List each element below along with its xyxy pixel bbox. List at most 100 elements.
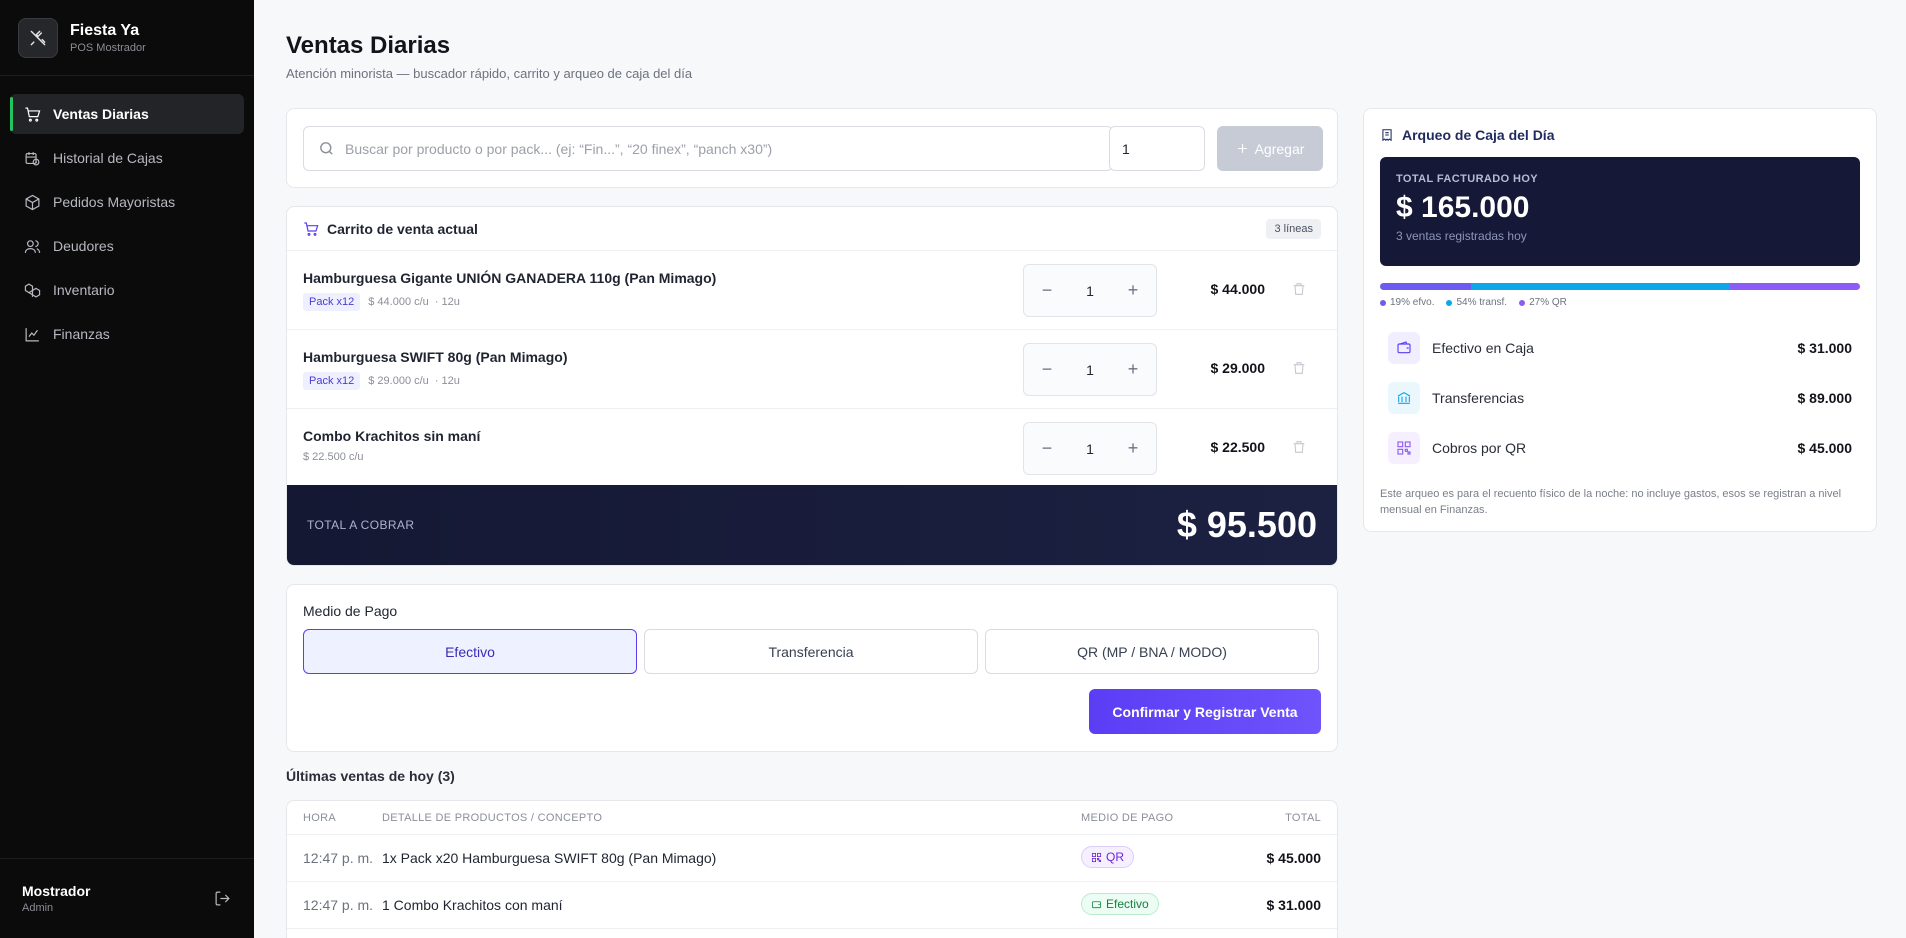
arqueo-header: Arqueo de Caja del Día — [1380, 127, 1554, 143]
sale-time: 12:47 p. m. — [303, 897, 374, 913]
boxes-icon — [24, 282, 41, 298]
units: · 12u — [434, 296, 460, 308]
payment-card: Medio de Pago Efectivo Transferencia QR … — [286, 584, 1338, 752]
table-row[interactable]: 12:47 p. m. 1 Combo Krachitos con maní E… — [287, 882, 1337, 929]
add-button[interactable]: Agregar — [1217, 126, 1323, 171]
quantity-value: 1 — [1086, 440, 1094, 457]
sidebar-item-label: Ventas Diarias — [53, 106, 149, 122]
trash-icon — [1293, 441, 1305, 453]
payment-option-efectivo[interactable]: Efectivo — [303, 629, 637, 674]
cart-line: Hamburguesa Gigante UNIÓN GANADERA 110g … — [287, 251, 1337, 330]
trash-icon — [1293, 283, 1305, 295]
remove-line-button[interactable] — [1291, 281, 1307, 297]
cart-line: Combo Krachitos sin maní $ 22.500 c/u − … — [287, 409, 1337, 488]
arqueo-row-transferencias: Transferencias $ 89.000 — [1388, 380, 1852, 416]
payment-option-transferencia[interactable]: Transferencia — [644, 629, 978, 674]
sidebar: Fiesta Ya POS Mostrador Ventas Diarias H… — [0, 0, 254, 938]
sidebar-item-pedidos-mayoristas[interactable]: Pedidos Mayoristas — [10, 182, 244, 222]
legend-label: 54% transf. — [1456, 297, 1508, 308]
increment-button[interactable]: + — [1124, 359, 1142, 379]
total-value: $ 95.500 — [1176, 504, 1317, 545]
legend-item: 54% transf. — [1446, 297, 1507, 308]
quantity-stepper: − 1 + — [1023, 422, 1157, 475]
decrement-button[interactable]: − — [1038, 438, 1056, 458]
arqueo-row-qr: Cobros por QR $ 45.000 — [1388, 430, 1852, 466]
payment-option-qr[interactable]: QR (MP / BNA / MODO) — [985, 629, 1319, 674]
confirm-sale-button[interactable]: Confirmar y Registrar Venta — [1089, 689, 1321, 734]
line-total: $ 29.000 — [1210, 360, 1266, 376]
decrement-button[interactable]: − — [1038, 359, 1056, 379]
page-title: Ventas Diarias — [286, 32, 451, 59]
increment-button[interactable]: + — [1124, 280, 1142, 300]
payment-badge-qr: QR — [1081, 846, 1134, 868]
sidebar-item-finanzas[interactable]: Finanzas — [10, 314, 244, 354]
increment-button[interactable]: + — [1124, 438, 1142, 458]
sidebar-item-deudores[interactable]: Deudores — [10, 226, 244, 266]
sidebar-item-label: Inventario — [53, 282, 115, 298]
sale-detail: 1 Combo Krachitos con maní — [382, 897, 563, 913]
payment-badge-label: Efectivo — [1106, 897, 1149, 911]
sidebar-item-label: Pedidos Mayoristas — [53, 194, 176, 210]
sidebar-item-ventas-diarias[interactable]: Ventas Diarias — [10, 94, 244, 134]
remove-line-button[interactable] — [1291, 439, 1307, 455]
legend-dot — [1519, 299, 1526, 306]
pack-tag: Pack x12 — [303, 293, 361, 311]
search-icon — [320, 142, 333, 155]
utensils-icon — [18, 17, 58, 58]
recent-sales-title: Últimas ventas de hoy (3) — [286, 768, 455, 784]
arqueo-row-value: $ 89.000 — [1797, 390, 1853, 406]
line-total: $ 44.000 — [1210, 281, 1266, 297]
arqueo-total-sub: 3 ventas registradas hoy — [1396, 229, 1527, 243]
arqueo-row-value: $ 45.000 — [1797, 440, 1853, 456]
cart-header: Carrito de venta actual 3 líneas — [287, 207, 1337, 251]
remove-line-button[interactable] — [1291, 360, 1307, 376]
legend-dot — [1446, 299, 1453, 306]
unit-price: $ 44.000 c/u — [368, 296, 429, 308]
receipt-icon — [1382, 129, 1392, 142]
add-button-label: Agregar — [1254, 140, 1305, 157]
pack-tag: Pack x12 — [303, 372, 361, 390]
table-header: HORA DETALLE DE PRODUCTOS / CONCEPTO MED… — [287, 801, 1337, 835]
arqueo-card: Arqueo de Caja del Día TOTAL FACTURADO H… — [1363, 108, 1877, 532]
total-bar: TOTAL A COBRAR $ 95.500 — [287, 485, 1337, 565]
units: · 12u — [434, 375, 460, 387]
arqueo-title: Arqueo de Caja del Día — [1402, 127, 1555, 143]
logout-icon — [215, 891, 230, 906]
cart-card: Carrito de venta actual 3 líneas Hamburg… — [286, 206, 1338, 566]
quantity-value: 1 — [1086, 282, 1094, 299]
search-box — [303, 126, 1113, 171]
product-meta: Pack x12 $ 29.000 c/u · 12u — [303, 372, 460, 390]
arqueo-row-label: Efectivo en Caja — [1432, 340, 1534, 356]
plus-icon — [1237, 144, 1247, 153]
product-meta: Pack x12 $ 44.000 c/u · 12u — [303, 293, 460, 311]
table-row[interactable]: 12:47 p. m. 1x Pack x20 Hamburguesa SWIF… — [287, 835, 1337, 882]
page-subtitle: Atención minorista — buscador rápido, ca… — [286, 66, 693, 81]
decrement-button[interactable]: − — [1038, 280, 1056, 300]
logout-button[interactable] — [212, 889, 232, 909]
quantity-stepper: − 1 + — [1023, 264, 1157, 317]
product-meta: $ 22.500 c/u — [303, 451, 364, 463]
product-name: Hamburguesa SWIFT 80g (Pan Mimago) — [303, 349, 568, 365]
product-name: Hamburguesa Gigante UNIÓN GANADERA 110g … — [303, 270, 717, 286]
arqueo-total-panel: TOTAL FACTURADO HOY $ 165.000 3 ventas r… — [1380, 157, 1860, 266]
sidebar-item-historial-de-cajas[interactable]: Historial de Cajas — [10, 138, 244, 178]
calendar-clock-icon — [25, 151, 40, 165]
payment-badge-efectivo: Efectivo — [1081, 893, 1159, 915]
legend-label: 19% efvo. — [1390, 297, 1435, 308]
payment-badge-label: QR — [1106, 850, 1124, 864]
distribution-segment — [1471, 283, 1731, 290]
lines-badge: 3 líneas — [1266, 218, 1321, 239]
cart-icon — [25, 107, 41, 122]
total-label: TOTAL A COBRAR — [307, 518, 415, 532]
legend-item: 27% QR — [1519, 297, 1567, 308]
brand-subtitle: POS Mostrador — [70, 41, 146, 54]
users-icon — [24, 239, 41, 253]
user-role: Admin — [22, 902, 54, 914]
search-input[interactable] — [345, 140, 1098, 157]
sidebar-item-inventario[interactable]: Inventario — [10, 270, 244, 310]
payment-title: Medio de Pago — [303, 603, 398, 619]
qr-icon — [1388, 432, 1420, 464]
sale-total: $ 45.000 — [1266, 850, 1322, 866]
quantity-input[interactable] — [1109, 126, 1205, 171]
arqueo-row-efectivo: Efectivo en Caja $ 31.000 — [1388, 330, 1852, 366]
